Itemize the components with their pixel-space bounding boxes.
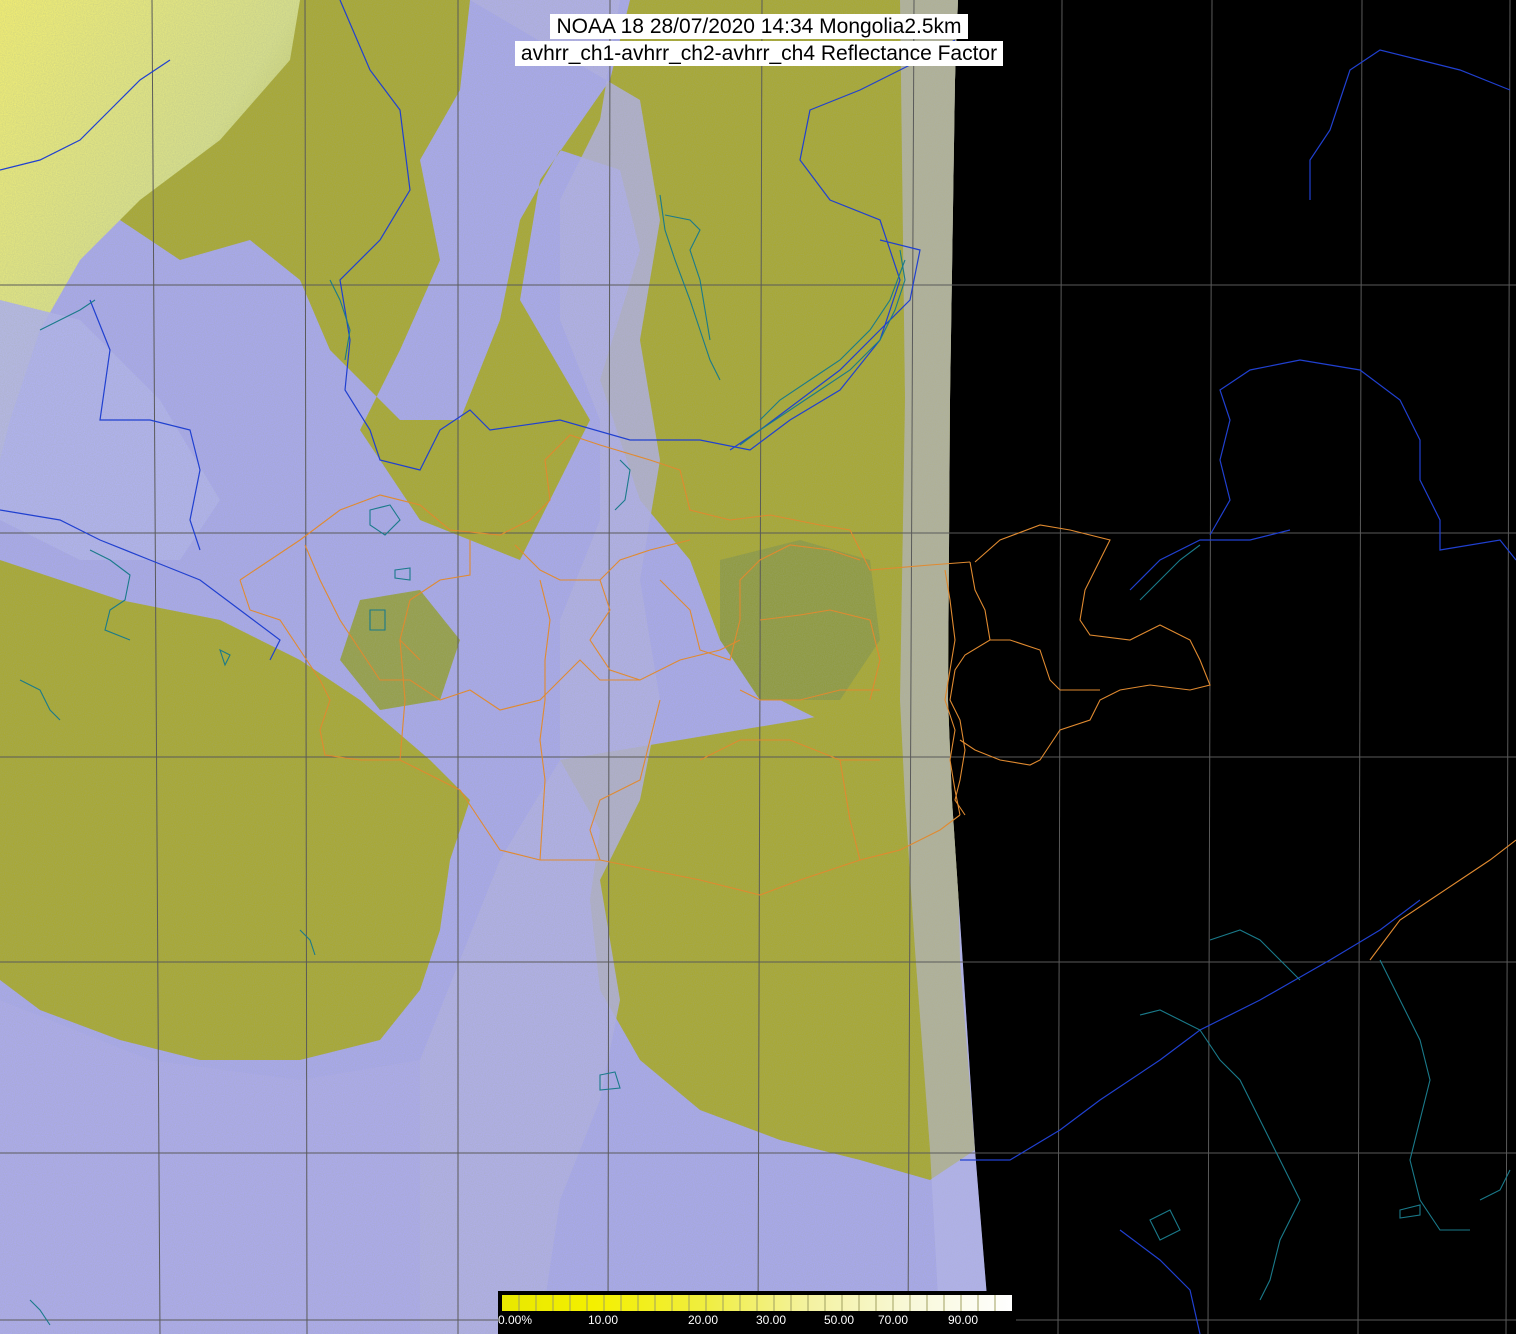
satellite-image bbox=[0, 0, 1516, 1334]
colorbar-tick-label: 20.00 bbox=[688, 1313, 719, 1327]
colorbar-legend: 0.00% 10.00 20.00 30.00 50.00 70.00 90.00 bbox=[498, 1291, 1016, 1334]
colorbar-tick-label: 30.00 bbox=[756, 1313, 787, 1327]
colorbar-tick-label: 70.00 bbox=[878, 1313, 909, 1327]
colorbar-strip bbox=[502, 1295, 1012, 1311]
colorbar-tick-label: 10.00 bbox=[588, 1313, 619, 1327]
colorbar-tick-label: 0.00% bbox=[498, 1313, 533, 1327]
colorbar-tick-label: 50.00 bbox=[824, 1313, 855, 1327]
colorbar-tick-label: 90.00 bbox=[948, 1313, 979, 1327]
image-swath bbox=[0, 0, 990, 1334]
